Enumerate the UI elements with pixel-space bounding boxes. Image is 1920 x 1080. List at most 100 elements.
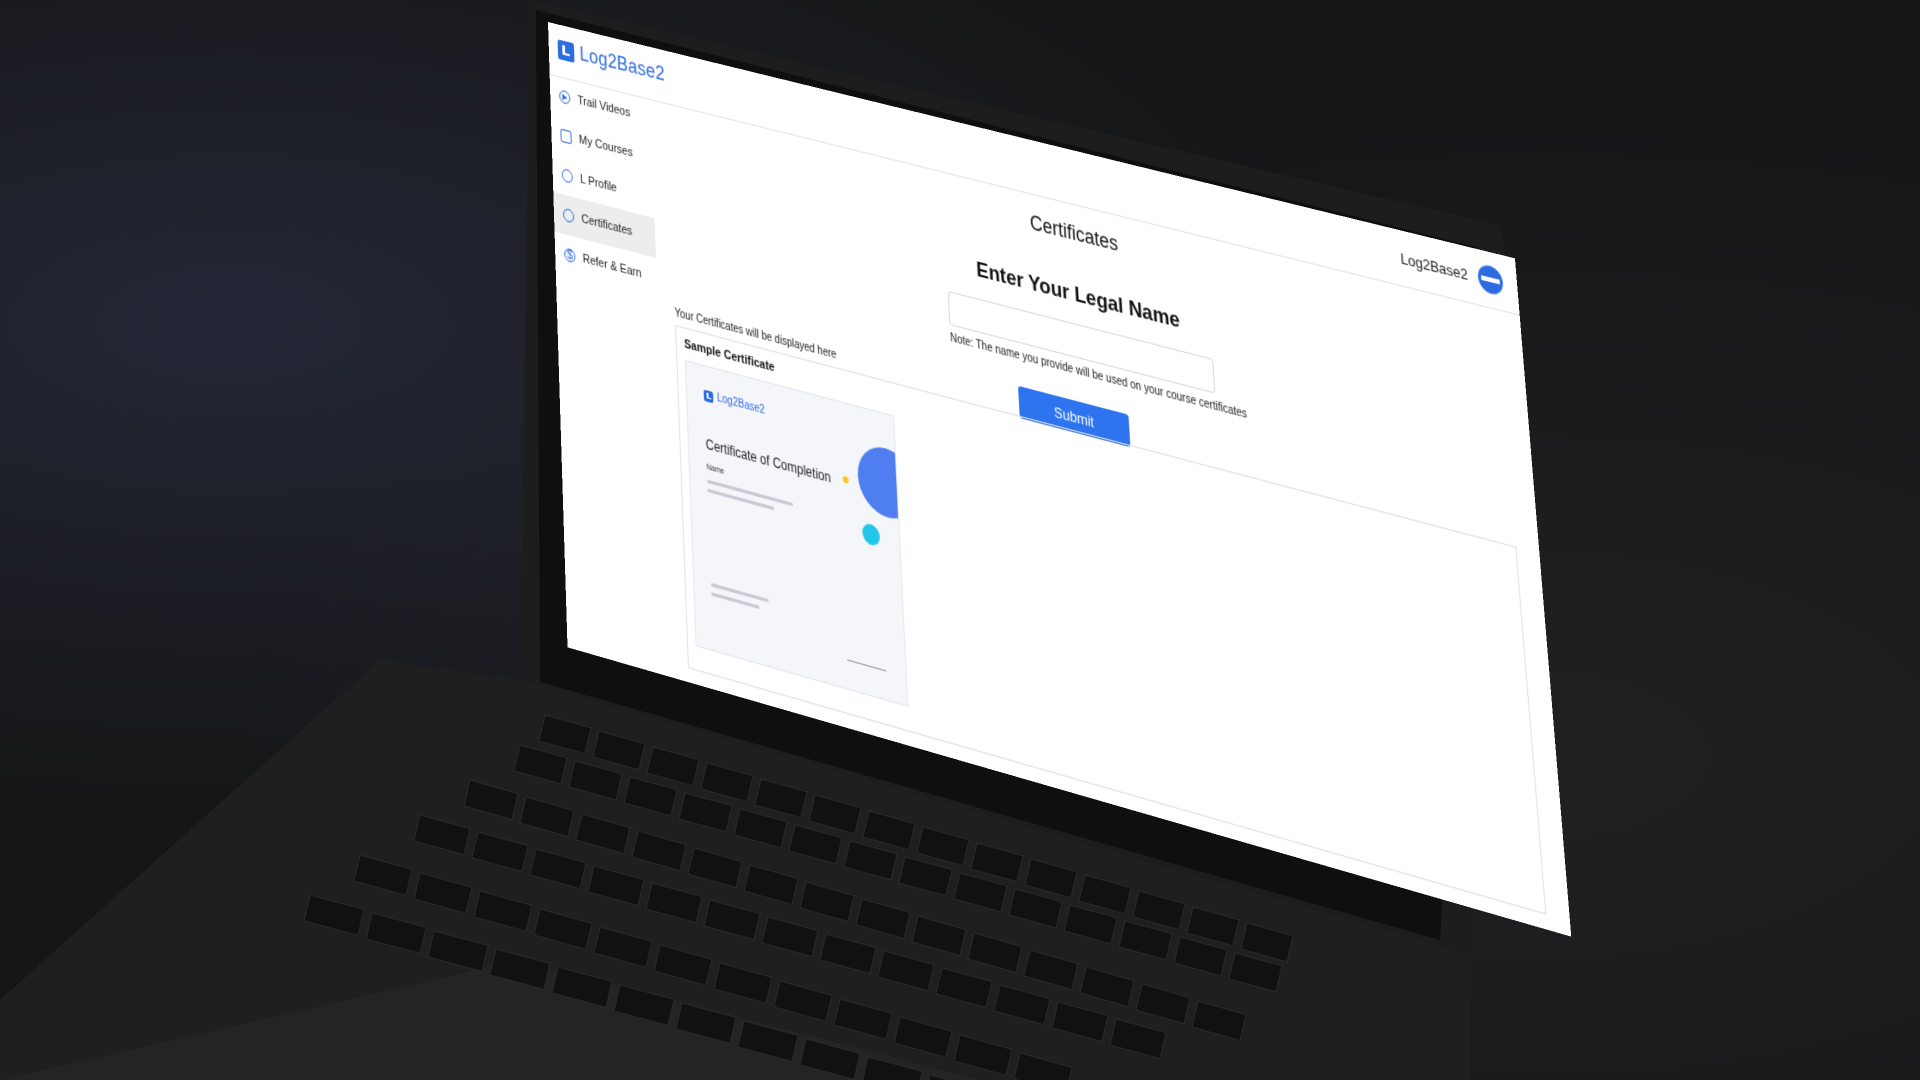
keyboard-key (1008, 888, 1063, 929)
certificate-icon (562, 207, 575, 224)
keyboard-key (703, 899, 761, 941)
keyboard-key (1118, 920, 1173, 961)
keyboard-key (538, 714, 592, 755)
keyboard-key (819, 933, 877, 975)
keyboard-key (916, 826, 970, 867)
keyboard-key (471, 831, 529, 873)
keyboard-key (645, 882, 703, 924)
keyboard-key (733, 808, 788, 849)
profile-icon (561, 167, 574, 184)
keyboard-key (1186, 906, 1240, 947)
decorative-circle (861, 521, 881, 548)
keyboard-key (533, 908, 593, 951)
keyboard-key (613, 984, 675, 1027)
keyboard-key (1132, 890, 1186, 931)
sidebar-item-label: Trail Videos (577, 93, 631, 121)
keyboard-key (529, 848, 587, 890)
keyboard-key (898, 856, 953, 897)
user-menu[interactable]: Log2Base2 (1399, 244, 1504, 297)
certificate-name-label: Name (706, 463, 725, 477)
keyboard-key (678, 792, 733, 833)
sidebar-item-label: Certificates (581, 212, 633, 239)
signature (846, 633, 887, 672)
keyboard-key (1078, 874, 1132, 915)
keyboard-key (463, 779, 519, 821)
book-icon (560, 128, 572, 145)
keyboard-key (653, 944, 713, 987)
keyboard-key (761, 916, 819, 958)
keyboard-key (993, 984, 1051, 1026)
keyboard-key (1109, 1018, 1167, 1060)
keyboard-key (519, 796, 575, 838)
certificate-logo: Log2Base2 (703, 388, 766, 418)
keyboard-key (700, 762, 754, 803)
keyboard-key (743, 864, 799, 906)
sidebar-item-label: My Courses (578, 133, 633, 160)
certificate-title: Certificate of Completion (705, 436, 832, 487)
keyboard-key (1079, 966, 1135, 1008)
keyboard-key (1063, 904, 1118, 945)
keyboard-key (877, 950, 935, 992)
keyboard-key (970, 842, 1024, 883)
keyboard-key (1051, 1001, 1109, 1043)
keyboard-key (833, 998, 893, 1041)
keyboard-key (799, 1038, 861, 1080)
keyboard-key (623, 776, 678, 817)
sidebar-item-label: L Profile (579, 172, 618, 196)
keyboard-key (862, 1056, 923, 1080)
keyboard-key (843, 840, 898, 881)
keyboard-key (353, 854, 413, 897)
decorative-dot (842, 475, 849, 484)
keyboard-key (675, 1002, 737, 1045)
avatar[interactable] (1476, 262, 1504, 297)
keyboard-key (427, 930, 489, 973)
keyboard-key (737, 1020, 799, 1063)
keyboard-key (489, 948, 551, 991)
keyboard-key (1023, 949, 1079, 991)
keyboard-key (893, 1016, 953, 1059)
keyboard-key (365, 912, 427, 955)
keyboard-key (1228, 952, 1283, 993)
keyboard-key (935, 967, 993, 1009)
keyboard-key (953, 872, 1008, 913)
keyboard-key (1173, 936, 1228, 977)
keyboard-key (568, 760, 623, 801)
keyboard-key (928, 1074, 951, 1080)
keyboard-key (592, 730, 646, 771)
keyboard-key (587, 865, 645, 907)
keyboard-key (413, 814, 471, 856)
keyboard-key (631, 830, 687, 872)
scene: Log2Base2 Log2Base2 ▸ Trail Videos My Co… (0, 0, 1920, 1080)
dollar-icon: $ (564, 247, 576, 264)
keyboard-key (303, 894, 365, 937)
keyboard-key (687, 847, 743, 889)
keyboard-key (808, 794, 862, 835)
keyboard-key (513, 744, 568, 785)
sample-certificate: Log2Base2 Certificate of Completion Name (684, 359, 909, 707)
keyboard-key (773, 980, 833, 1023)
keyboard-key (646, 746, 700, 787)
keyboard-key (855, 898, 911, 940)
logo-icon (703, 388, 714, 403)
keyboard-key (754, 778, 808, 819)
logo-icon (557, 38, 575, 63)
keyboard-key (473, 890, 533, 933)
sidebar: ▸ Trail Videos My Courses L Profile Cert… (550, 74, 672, 677)
keyboard-key (967, 932, 1023, 974)
keyboard-key (1013, 1052, 1073, 1080)
keyboard-key (1024, 858, 1078, 899)
brand-name: Log2Base2 (579, 42, 666, 86)
keyboard-key (1191, 1000, 1247, 1042)
certificate-brand: Log2Base2 (716, 391, 766, 418)
keyboard-key (713, 962, 773, 1005)
sidebar-item-label: Refer & Earn (582, 252, 642, 281)
keyboard-key (413, 872, 473, 915)
keyboard-key (593, 926, 653, 969)
decorative-circle (856, 440, 909, 526)
keyboard-key (911, 915, 967, 957)
keyboard-key (953, 1034, 1013, 1077)
play-icon: ▸ (559, 89, 571, 106)
user-name: Log2Base2 (1399, 248, 1469, 283)
keyboard-key (799, 881, 855, 923)
keyboard-key (1240, 922, 1294, 963)
